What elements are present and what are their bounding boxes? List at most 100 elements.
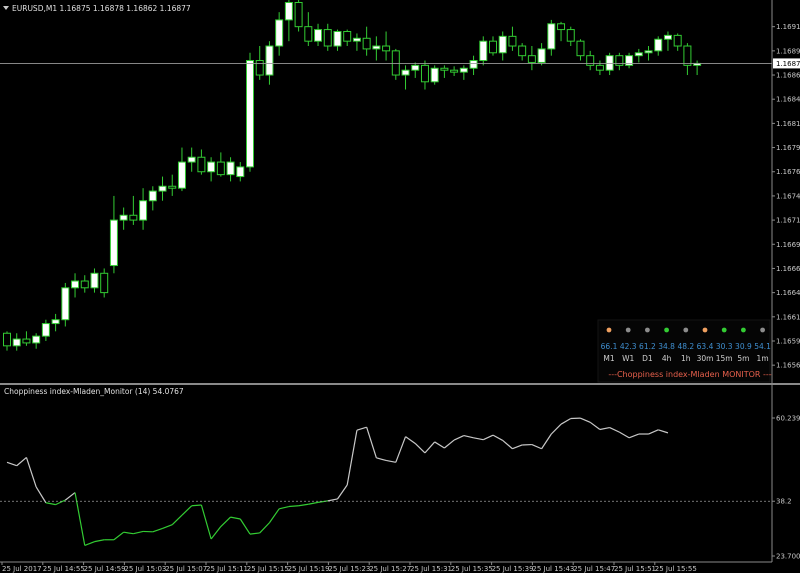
bull-candle xyxy=(226,161,235,176)
monitor-value: 34.8 xyxy=(658,342,675,351)
indicator-segment xyxy=(648,429,659,435)
bear-candle xyxy=(508,35,517,47)
indicator-segment xyxy=(658,429,669,434)
dropdown-triangle-icon[interactable] xyxy=(3,6,9,10)
bull-candle xyxy=(411,64,420,71)
time-label: 25 Jul 14:59 xyxy=(84,565,126,573)
bull-candle xyxy=(187,156,196,163)
time-label: 25 Jul 15:03 xyxy=(124,565,166,573)
time-label: 25 Jul 15:07 xyxy=(165,565,207,573)
monitor-value: 42.3 xyxy=(620,342,637,351)
monitor-timeframe: 5m xyxy=(737,354,749,363)
monitor-value: 66.1 xyxy=(601,342,618,351)
indicator-segment xyxy=(123,531,134,535)
bull-candle xyxy=(401,69,410,76)
indicator-segment xyxy=(492,434,504,441)
time-axis: 25 Jul 2017 25 Jul 14:5525 Jul 14:5925 Ju… xyxy=(1,562,697,573)
time-label: 25 Jul 15:51 xyxy=(614,565,656,573)
indicator-segment xyxy=(55,499,66,506)
bear-candle xyxy=(450,69,459,73)
bear-candle xyxy=(527,55,536,63)
price-label: 1.16865 xyxy=(776,72,800,80)
indicator-segment xyxy=(210,526,222,540)
bear-candle xyxy=(391,50,400,76)
bull-candle xyxy=(479,40,488,62)
bull-candle xyxy=(246,60,254,168)
bear-candle xyxy=(683,45,692,66)
bull-candle xyxy=(12,338,21,347)
indicator-segment xyxy=(317,500,328,503)
time-label: 25 Jul 2017 xyxy=(2,565,42,573)
monitor-status-dot-icon xyxy=(645,327,650,333)
monitor-status-dot-icon xyxy=(664,327,669,333)
indicator-segment xyxy=(424,441,436,454)
time-label: 25 Jul 15:47 xyxy=(573,565,615,573)
bull-candle xyxy=(139,200,148,221)
monitor-timeframe: 4h xyxy=(662,354,672,363)
indicator-segment xyxy=(346,430,358,486)
indicator-segment xyxy=(444,439,455,449)
time-label: 25 Jul 15:15 xyxy=(247,565,289,573)
monitor-status-dot-icon xyxy=(625,327,631,333)
time-label: 25 Jul 15:23 xyxy=(328,565,370,573)
price-label: 1.16765 xyxy=(776,168,800,176)
time-label: 25 Jul 15:55 xyxy=(655,565,697,573)
price-label: 1.16590 xyxy=(776,337,800,345)
indicator-segment xyxy=(181,505,193,516)
bear-candle xyxy=(80,280,89,289)
time-label: 25 Jul 15:31 xyxy=(410,565,452,573)
bear-candle xyxy=(22,338,31,344)
bull-candle xyxy=(119,214,128,221)
monitor-timeframe: 30m xyxy=(697,354,714,363)
monitor-status-dot-icon xyxy=(683,327,689,333)
indicator-segment xyxy=(133,530,144,535)
bull-candle xyxy=(625,55,634,66)
indicator-segment xyxy=(162,524,173,529)
price-label: 1.16690 xyxy=(776,241,800,249)
monitor-timeframe: 1m xyxy=(757,354,769,363)
bull-candle xyxy=(430,67,439,83)
chart-frame xyxy=(0,0,800,563)
indicator-segment xyxy=(502,439,513,450)
indicator-scale-label: 23.7007 xyxy=(776,553,800,561)
indicator-segment xyxy=(64,492,76,501)
candles-layer xyxy=(3,0,702,351)
indicator-segment xyxy=(152,527,163,533)
bull-candle xyxy=(90,272,99,289)
bear-candle xyxy=(595,64,604,71)
bull-candle xyxy=(333,31,342,47)
indicator-segment xyxy=(249,532,260,535)
time-label: 25 Jul 15:19 xyxy=(288,565,330,573)
bull-candle xyxy=(537,48,546,63)
bull-candle xyxy=(148,190,157,202)
bear-candle xyxy=(557,23,566,31)
indicator-segment xyxy=(45,502,56,506)
monitor-timeframe: D1 xyxy=(642,354,653,363)
bull-candle xyxy=(275,19,284,47)
bear-candle xyxy=(216,161,225,176)
indicator-segment xyxy=(589,421,601,430)
bear-candle xyxy=(3,332,11,347)
bear-candle xyxy=(673,34,682,47)
monitor-value: 48.2 xyxy=(677,342,694,351)
bull-candle xyxy=(207,161,216,173)
indicator-segment xyxy=(453,434,465,441)
indicator-segment xyxy=(463,434,474,439)
bull-candle xyxy=(51,319,60,325)
indicator-axis: 60.2395 38.2 23.7007 xyxy=(0,415,800,561)
indicator-segment xyxy=(560,418,572,425)
indicator-scale-label: 60.2395 xyxy=(776,415,800,423)
price-label: 1.16715 xyxy=(776,217,800,225)
indicator-segment xyxy=(473,437,484,441)
bear-candle xyxy=(576,40,585,57)
price-label: 1.16740 xyxy=(776,192,800,200)
bear-candle xyxy=(129,214,138,221)
price-label: 1.16890 xyxy=(776,47,800,55)
chart-canvas[interactable]: EURUSD,M1 1.16875 1.16878 1.16862 1.1687… xyxy=(0,0,800,573)
indicator-segment xyxy=(366,427,377,458)
bull-candle xyxy=(265,45,274,76)
indicator-segment xyxy=(25,457,37,488)
bear-candle xyxy=(100,272,109,294)
bear-candle xyxy=(255,60,264,76)
indicator-segment xyxy=(483,434,494,441)
